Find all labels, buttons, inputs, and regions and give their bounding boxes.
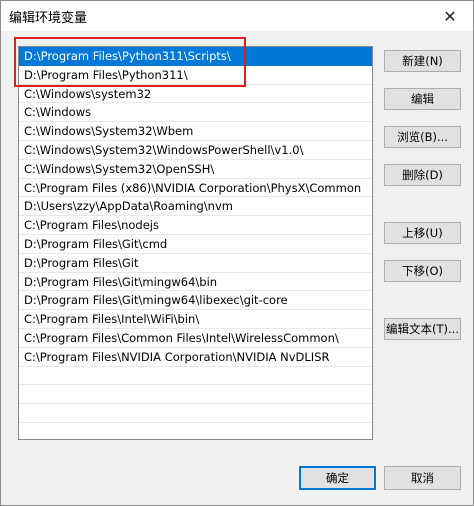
list-item[interactable]: D:\Program Files\Git\cmd (19, 235, 372, 254)
browse-button[interactable]: 浏览(B)... (384, 126, 461, 148)
list-item[interactable]: C:\Windows\System32\WindowsPowerShell\v1… (19, 141, 372, 160)
move-up-button[interactable]: 上移(U) (384, 222, 461, 244)
list-item[interactable]: D:\Program Files\Git (19, 254, 372, 273)
list-item[interactable]: D:\Users\zzy\AppData\Roaming\nvm (19, 197, 372, 217)
list-item[interactable]: D:\Program Files\Git\mingw64\bin (19, 273, 372, 292)
cancel-button[interactable]: 取消 (384, 466, 461, 490)
empty-list-row (19, 385, 372, 405)
list-item[interactable]: C:\Windows\System32\Wbem (19, 122, 372, 141)
empty-list-row (19, 423, 372, 439)
close-icon[interactable]: ✕ (427, 1, 473, 31)
list-item[interactable]: C:\Windows\System32\OpenSSH\ (19, 160, 372, 179)
list-item[interactable]: C:\Program Files\Intel\WiFi\bin\ (19, 310, 372, 329)
list-item[interactable]: C:\Program Files\Common Files\Intel\Wire… (19, 329, 372, 348)
edit-env-variable-dialog: 编辑环境变量 ✕ D:\Program Files\Python311\Scri… (0, 0, 474, 506)
new-button[interactable]: 新建(N) (384, 50, 461, 72)
list-item[interactable]: D:\Program Files\Python311\Scripts\ (19, 47, 372, 66)
list-item[interactable]: D:\Program Files\Python311\ (19, 66, 372, 85)
dialog-title: 编辑环境变量 (9, 11, 88, 26)
list-item[interactable]: D:\Program Files\Git\mingw64\libexec\git… (19, 291, 372, 311)
list-item[interactable]: C:\Windows (19, 103, 372, 123)
list-item[interactable]: C:\Program Files\NVIDIA Corporation\NVID… (19, 348, 372, 367)
edit-text-button[interactable]: 编辑文本(T)... (384, 318, 461, 340)
delete-button[interactable]: 删除(D) (384, 164, 461, 186)
list-item[interactable]: C:\Program Files (x86)\NVIDIA Corporatio… (19, 179, 372, 198)
move-down-button[interactable]: 下移(O) (384, 260, 461, 282)
edit-button[interactable]: 编辑 (384, 88, 461, 110)
empty-list-row (19, 367, 372, 386)
ok-button[interactable]: 确定 (299, 466, 376, 490)
list-item[interactable]: C:\Windows\system32 (19, 85, 372, 104)
title-bar: 编辑环境变量 ✕ (1, 1, 473, 31)
list-item[interactable]: C:\Program Files\nodejs (19, 216, 372, 235)
empty-list-row (19, 404, 372, 423)
path-list[interactable]: D:\Program Files\Python311\Scripts\ D:\Pr… (18, 46, 373, 440)
